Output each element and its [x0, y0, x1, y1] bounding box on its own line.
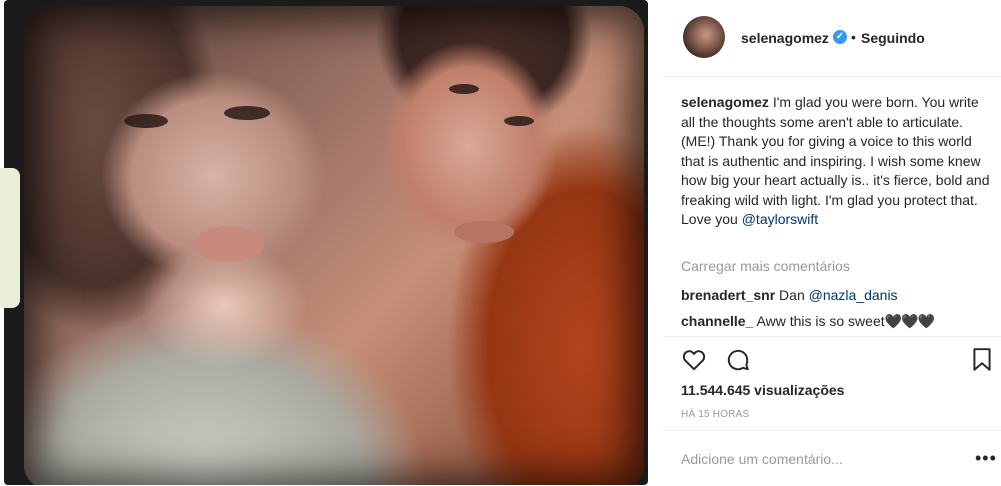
caption-mention-link[interactable]: @taylorswift [742, 211, 818, 227]
post-photo [24, 6, 644, 485]
more-options-icon[interactable]: ••• [975, 449, 997, 467]
bookmark-icon[interactable] [971, 347, 997, 373]
post-header: selenagomez ✓ • Seguindo [663, 0, 1001, 77]
heart-icon[interactable] [681, 347, 707, 373]
film-frame [4, 0, 648, 485]
comment-item: brenadert_snr Dan @nazla_danis [681, 287, 898, 303]
view-count: 11.544.645 visualizações [681, 382, 845, 398]
comment-text: Aww this is so sweet [756, 313, 885, 329]
caption-username[interactable]: selenagomez [681, 94, 769, 110]
heart-emoji-group: 🖤🖤🖤 [884, 313, 935, 329]
brown-heart-emoji: 🖤 [901, 313, 918, 329]
post-caption: selenagomez I'm glad you were born. You … [681, 93, 991, 230]
comment-username[interactable]: channelle_ [681, 313, 753, 329]
media-edge-tab [0, 168, 20, 308]
avatar[interactable] [683, 16, 725, 58]
comment-text: Dan [779, 287, 805, 303]
post-media[interactable] [0, 0, 663, 485]
add-comment-bar: ••• [663, 430, 1001, 486]
load-more-comments-link[interactable]: Carregar mais comentários [681, 258, 850, 274]
comment-input[interactable] [681, 451, 941, 467]
comment-bubble-icon[interactable] [725, 347, 751, 373]
comment-username[interactable]: brenadert_snr [681, 287, 775, 303]
caption-text: I'm glad you were born. You write all th… [681, 94, 990, 227]
black-heart-emoji: 🖤 [884, 313, 902, 329]
comment-item: channelle_ Aww this is so sweet🖤🖤🖤 [681, 313, 935, 330]
post-sidebar: selenagomez ✓ • Seguindo selenagomez I'm… [663, 0, 1001, 485]
post-timestamp[interactable]: HÁ 15 HORAS [681, 409, 749, 420]
verified-badge-icon: ✓ [833, 30, 847, 44]
action-bar [663, 336, 1001, 381]
comment-mention-link[interactable]: @nazla_danis [809, 287, 898, 303]
post-username[interactable]: selenagomez [741, 30, 829, 46]
header-separator: • [851, 29, 856, 45]
green-heart-emoji: 🖤 [917, 313, 935, 329]
following-button[interactable]: Seguindo [861, 30, 925, 46]
